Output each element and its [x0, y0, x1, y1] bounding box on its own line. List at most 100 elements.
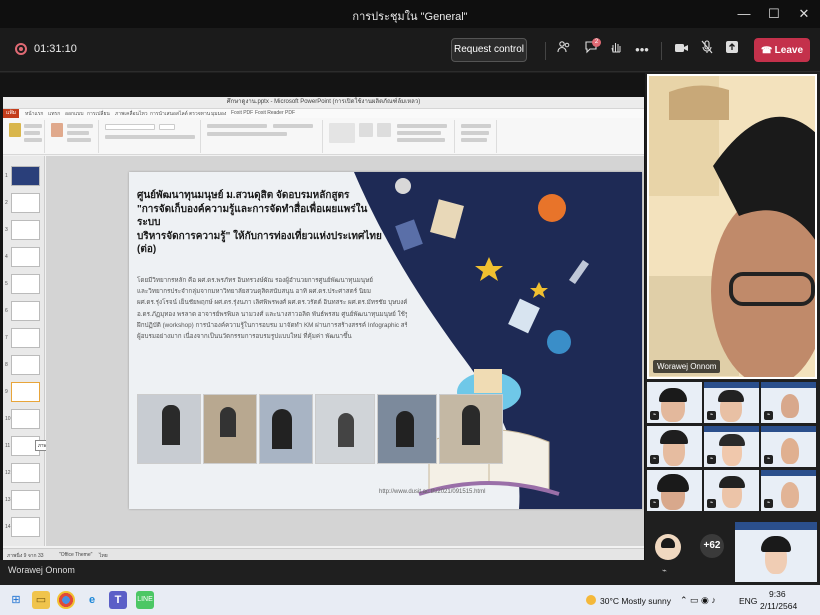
participant-tile[interactable]: ⌁ [704, 426, 759, 467]
windows-taskbar: ⊞ ▭ e T LINE 30°C Mostly sunny ⌃ ▭ ◉ ♪ E… [0, 585, 820, 615]
slide-photo [137, 394, 201, 464]
slide-counter: ภาพนิ่ง 9 จาก 33 [7, 553, 44, 559]
slide-body-line: ผศ.ดร.รุ่งโรจน์ เย็นชัยพฤกษ์ ผศ.ดร.รุ่งน… [137, 299, 407, 307]
ppt-tab[interactable]: การเปลี่ยน [87, 110, 110, 118]
participant-avatar[interactable] [655, 534, 681, 560]
slide-thumbnail[interactable]: 4 [5, 247, 40, 267]
line-icon[interactable]: LINE [136, 591, 154, 609]
slide-thumbnail-selected[interactable]: 9 [5, 382, 40, 402]
ppt-tab[interactable]: ภาพเคลื่อนไหว [115, 110, 148, 118]
slide-thumbnail[interactable]: 7 [5, 328, 40, 348]
input-language[interactable]: ENG [739, 596, 757, 606]
participant-tile[interactable]: ⌁ [647, 426, 702, 467]
slide-thumbnail[interactable]: 6 [5, 301, 40, 321]
participant-tile[interactable]: ⌁ [761, 470, 816, 511]
participant-tile[interactable]: ⌁ [704, 470, 759, 511]
ppt-tab[interactable]: Foxit Reader PDF [255, 110, 295, 116]
slide-photo [439, 394, 503, 464]
ppt-tab[interactable]: มุมมอง [211, 110, 226, 118]
tray-icons[interactable]: ⌃ ▭ ◉ ♪ [680, 595, 716, 606]
weather-icon [586, 595, 596, 605]
participant-tile[interactable]: ⌁ [647, 470, 702, 511]
slide-thumbnail[interactable]: 13 [5, 490, 40, 510]
chrome-icon[interactable] [57, 591, 75, 609]
ppt-tab[interactable]: แทรก [48, 110, 60, 118]
ppt-tab[interactable]: หน้าแรก [25, 110, 43, 118]
slide-thumbnail[interactable]: 10 [5, 409, 40, 429]
participant-tile[interactable]: ⌁ [647, 382, 702, 423]
window-title: การประชุมใน "General" [352, 11, 468, 23]
slide-thumbnail[interactable]: 12 [5, 463, 40, 483]
title-bar: การประชุมใน "General" — ☐ ✕ [0, 0, 820, 28]
close-button[interactable]: ✕ [790, 4, 818, 24]
toolbar-divider [545, 42, 546, 60]
mic-muted-icon: ⌁ [764, 411, 773, 420]
file-explorer-icon[interactable]: ▭ [32, 591, 50, 609]
ribbon-group-slides [47, 120, 99, 153]
weather-text[interactable]: 30°C Mostly sunny [600, 596, 671, 606]
ppt-tab[interactable]: ตรวจทาน [189, 110, 210, 118]
minimize-button[interactable]: — [730, 4, 758, 24]
people-icon[interactable] [554, 40, 574, 60]
participant-tile[interactable]: ⌁ [761, 426, 816, 467]
slide-heading-line: บริหารจัดการความรู้" ให้กับการท่องเที่ยว… [137, 230, 382, 242]
windows-start-icon[interactable]: ⊞ [7, 591, 25, 609]
shared-screen: ศึกษาดูงาน.pptx - Microsoft PowerPoint (… [0, 73, 645, 560]
language-indicator: ไทย [99, 553, 108, 559]
meeting-toolbar: 01:31:10 Request control 2 ••• ☎ Leave [0, 28, 820, 72]
share-screen-icon[interactable] [722, 40, 742, 60]
chat-icon[interactable]: 2 [581, 38, 601, 60]
ribbon-group-drawing [325, 120, 455, 153]
recording-icon [15, 43, 27, 55]
mic-muted-icon: ⌁ [707, 411, 716, 420]
ppt-tab[interactable]: การนำเสนอสไลด์ [150, 110, 188, 118]
leave-button[interactable]: ☎ Leave [754, 38, 810, 62]
clock-time[interactable]: 9:36 [769, 589, 786, 599]
slide-thumbnail[interactable]: 1 [5, 166, 40, 186]
active-speaker-video[interactable]: Worawej Onnom [647, 74, 817, 379]
request-control-button[interactable]: Request control [451, 38, 527, 62]
chat-badge: 2 [592, 38, 601, 47]
slide-photo [259, 394, 313, 464]
teams-icon[interactable]: T [109, 591, 127, 609]
slide-thumbnail[interactable]: 5 [5, 274, 40, 294]
mic-muted-icon[interactable] [697, 40, 717, 60]
ppt-file-tab[interactable]: แฟ้ม [3, 109, 19, 118]
slide-photo [377, 394, 437, 464]
camera-icon[interactable] [671, 40, 691, 60]
participant-tile[interactable]: ⌁ [704, 382, 759, 423]
toolbar-divider [661, 42, 662, 60]
ppt-ribbon-tabs: แฟ้ม หน้าแรก แทรก ออกแบบ การเปลี่ยน ภาพเ… [3, 109, 644, 118]
participant-tile[interactable] [735, 522, 817, 582]
slide-thumbnail[interactable]: 8 [5, 355, 40, 375]
more-options-button[interactable]: ••• [632, 40, 652, 60]
meeting-timer: 01:31:10 [34, 43, 77, 55]
speaker-video-frame [649, 76, 815, 377]
slide-thumbnail[interactable]: 2 [5, 193, 40, 213]
theme-name: "Office Theme" [59, 552, 93, 558]
ppt-title-bar: ศึกษาดูงาน.pptx - Microsoft PowerPoint (… [3, 97, 644, 109]
ppt-tab[interactable]: Foxit PDF [231, 110, 253, 116]
sharer-name-label: Worawej Onnom [8, 565, 75, 575]
raise-hand-icon[interactable] [606, 40, 626, 60]
maximize-button[interactable]: ☐ [760, 4, 788, 24]
clock-date[interactable]: 2/11/2564 [760, 601, 797, 611]
slide-heading-line: (ต่อ) [137, 244, 157, 255]
ribbon-group-paragraph [203, 120, 323, 153]
ppt-tab[interactable]: ออกแบบ [65, 110, 84, 118]
slide-thumbnail[interactable]: 3 [5, 220, 40, 240]
mic-muted-icon: ⌁ [650, 411, 659, 420]
mic-muted-icon: ⌁ [650, 455, 659, 464]
powerpoint-window: ศึกษาดูงาน.pptx - Microsoft PowerPoint (… [3, 97, 644, 560]
overflow-participants-count[interactable]: +62 [700, 534, 724, 558]
mic-muted-icon: ⌁ [764, 499, 773, 508]
slide-thumbnail[interactable]: 14 [5, 517, 40, 537]
ribbon-group-clipboard [5, 120, 45, 153]
edge-icon[interactable]: e [83, 591, 101, 609]
slide-body-line: ผู้อบรมอย่างมาก เนื่องจากเป็นนวัตกรรมการ… [137, 333, 352, 341]
mic-muted-icon: ⌁ [650, 499, 659, 508]
participant-tile[interactable]: ⌁ [761, 382, 816, 423]
slide-edit-area: ศูนย์พัฒนาทุนมนุษย์ ม.สวนดุสิต จัดอบรมหล… [46, 156, 644, 546]
mic-muted-icon: ⌁ [764, 455, 773, 464]
slide-body-line: อ.ดร.ภัฏมุทอง พรลาด อาจารย์พรพิมล นามวงศ… [137, 310, 407, 318]
